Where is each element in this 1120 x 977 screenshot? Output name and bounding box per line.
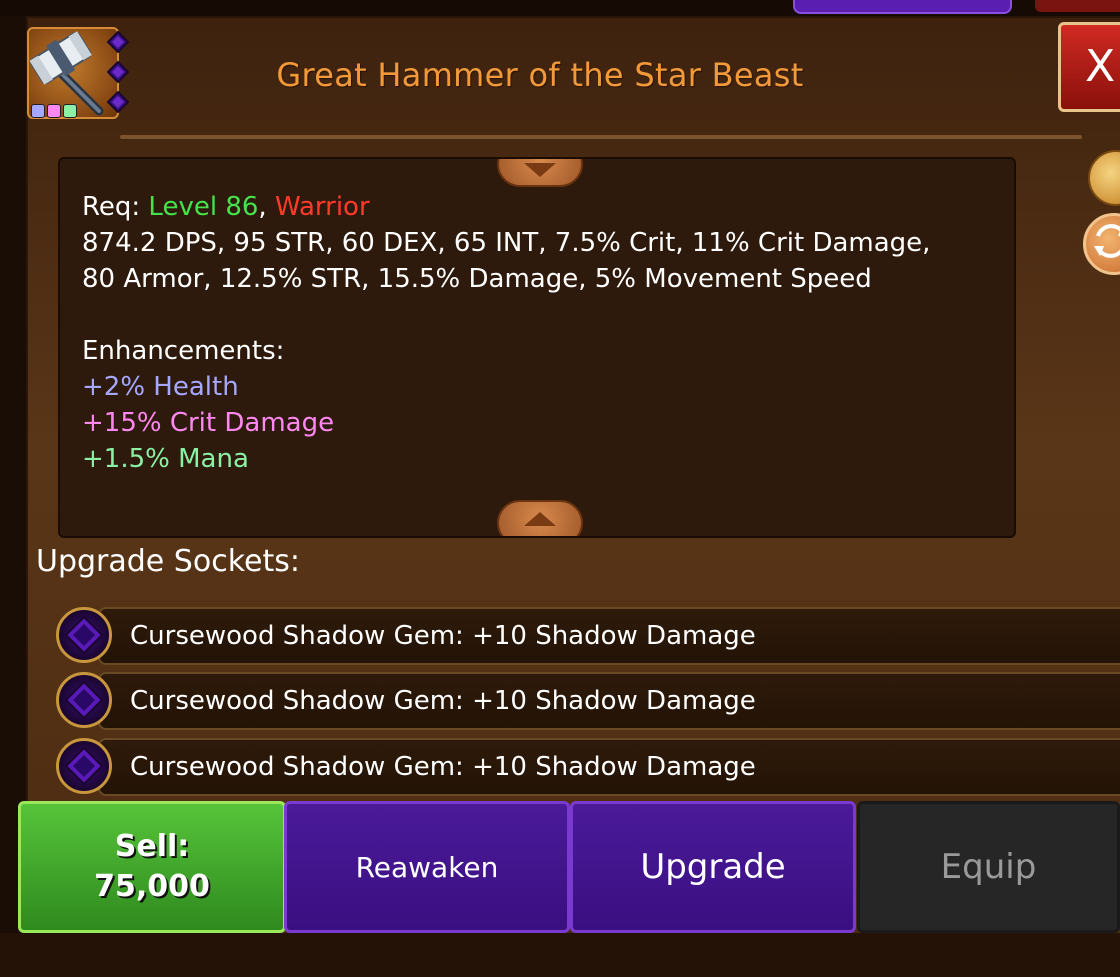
- scroll-up-button[interactable]: [497, 159, 583, 187]
- item-stats-text: Req: Level 86, Warrior 874.2 DPS, 95 STR…: [82, 189, 1002, 477]
- sell-price: 75,000: [94, 869, 210, 904]
- required-class: Warrior: [274, 192, 370, 222]
- requirements-line: Req: Level 86, Warrior: [82, 192, 370, 222]
- required-level: Level 86: [148, 192, 259, 222]
- shadow-gem-icon: [56, 672, 112, 728]
- socket-text: Cursewood Shadow Gem: +10 Shadow Damage: [130, 686, 756, 716]
- enhancement-dot: [63, 104, 77, 118]
- enhancement-item: +2% Health: [82, 372, 239, 402]
- socket-text: Cursewood Shadow Gem: +10 Shadow Damage: [130, 621, 756, 651]
- bottom-bar: [0, 933, 1120, 977]
- top-tab-red[interactable]: [1035, 0, 1120, 12]
- enhancement-item: +1.5% Mana: [82, 444, 249, 474]
- top-tab-purple[interactable]: [793, 0, 1012, 14]
- socket-gem-icon: [107, 61, 129, 83]
- shadow-gem-icon: [56, 607, 112, 663]
- scroll-down-button[interactable]: [497, 500, 583, 536]
- shadow-gem-icon: [56, 738, 112, 794]
- socket-gem-icon: [107, 31, 129, 53]
- close-button[interactable]: X: [1058, 22, 1120, 112]
- item-title: Great Hammer of the Star Beast: [276, 56, 804, 94]
- enhancement-dot: [47, 104, 61, 118]
- stats-line: 80 Armor, 12.5% STR, 15.5% Damage, 5% Mo…: [82, 264, 872, 294]
- title-divider: [120, 135, 1082, 139]
- enhancement-item: +15% Crit Damage: [82, 408, 335, 438]
- sell-button[interactable]: Sell: 75,000: [18, 801, 286, 933]
- equip-button[interactable]: Equip: [857, 801, 1120, 933]
- swap-icon[interactable]: [1083, 213, 1120, 275]
- socket-gem-icon: [107, 91, 129, 113]
- upgrade-sockets-label: Upgrade Sockets:: [36, 544, 300, 579]
- stats-line: 874.2 DPS, 95 STR, 60 DEX, 65 INT, 7.5% …: [82, 228, 931, 258]
- enhancements-label: Enhancements:: [82, 336, 285, 366]
- sell-label: Sell:: [114, 829, 190, 864]
- enhancement-dot: [31, 104, 45, 118]
- socket-text: Cursewood Shadow Gem: +10 Shadow Damage: [130, 752, 756, 782]
- upgrade-button[interactable]: Upgrade: [570, 801, 856, 933]
- reawaken-button[interactable]: Reawaken: [284, 801, 570, 933]
- item-description-box[interactable]: Req: Level 86, Warrior 874.2 DPS, 95 STR…: [58, 157, 1016, 538]
